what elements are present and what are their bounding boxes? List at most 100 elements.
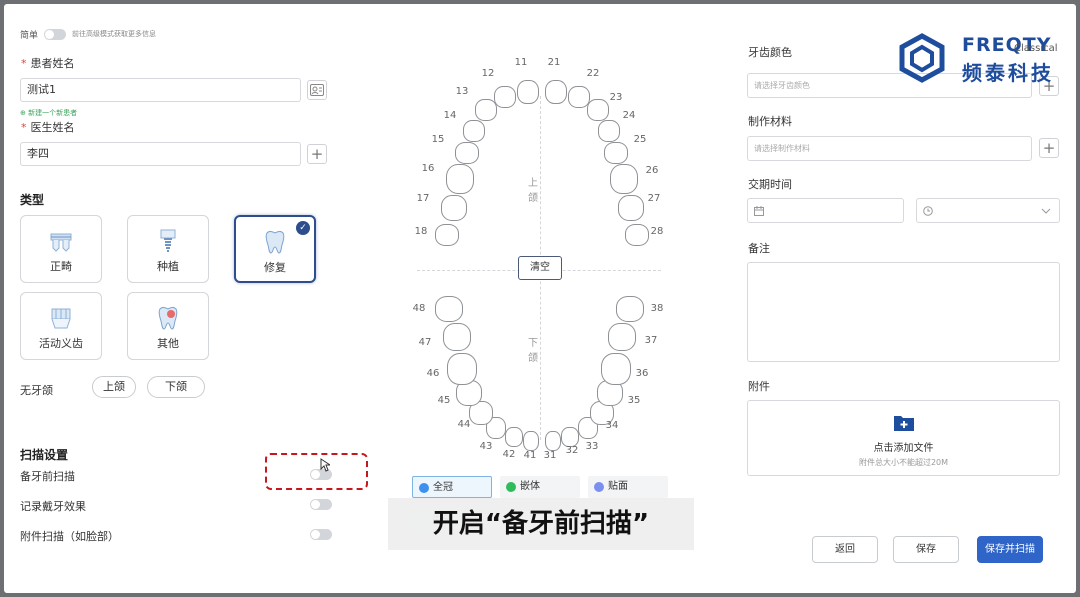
tutorial-caption: 开启“备牙前扫描” (388, 498, 694, 550)
upload-hint: 附件总大小不能超过20M (858, 458, 949, 467)
denture-icon (51, 308, 71, 329)
tooth-41[interactable] (523, 431, 539, 451)
add-doctor-button[interactable]: + (307, 144, 327, 164)
calendar-icon (754, 206, 764, 216)
mode-toggle[interactable] (44, 29, 66, 40)
tooth-24[interactable] (598, 120, 620, 142)
restoration-option-inlay[interactable]: 嵌体 (500, 476, 580, 498)
mode-hint: 前往高级模式获取更多信息 (72, 30, 156, 38)
tooth-number: 24 (622, 110, 636, 121)
chevron-down-icon (1041, 208, 1051, 214)
restoration-option-veneer[interactable]: 贴面 (588, 476, 668, 498)
edentulous-lower-button[interactable]: 下颌 (147, 376, 205, 398)
mode-label: 简单 (20, 31, 39, 41)
tooth-11[interactable] (517, 80, 539, 104)
edentulous-upper-button[interactable]: 上颌 (92, 376, 136, 398)
tooth-37[interactable] (608, 323, 636, 351)
tooth-25[interactable] (604, 142, 628, 164)
tooth-number: 14 (443, 110, 457, 121)
plus-icon: + (1042, 138, 1056, 157)
tooth-number: 46 (426, 368, 440, 379)
tooth-48[interactable] (435, 296, 463, 322)
tooth-number: 35 (627, 395, 641, 406)
patient-select-button[interactable] (307, 80, 327, 100)
tooth-number: 31 (543, 450, 557, 461)
tooth-46[interactable] (447, 353, 477, 385)
tooth-47[interactable] (443, 323, 471, 351)
material-select[interactable]: 请选择制作材料 (747, 136, 1032, 161)
doctor-name-input[interactable]: 李四 (20, 142, 301, 166)
restoration-option-crown[interactable]: 全冠 (412, 476, 492, 498)
patient-name-input[interactable]: 测试1 (20, 78, 301, 102)
add-material-button[interactable]: + (1039, 138, 1059, 158)
tooth-number: 17 (416, 193, 430, 204)
tooth-18[interactable] (435, 224, 459, 246)
tooth-number: 41 (523, 450, 537, 461)
type-card-label: 种植 (157, 260, 179, 273)
tooth-number: 36 (635, 368, 649, 379)
order-window: 简单 前往高级模式获取更多信息 * 患者姓名 测试1 ⊕ 新建一个新患者 * 医生姓… (4, 4, 1076, 593)
tooth-number: 27 (647, 193, 661, 204)
tooth-16[interactable] (446, 164, 474, 194)
tooth-color-label: 牙齿颜色 (748, 46, 792, 59)
record-fit-toggle[interactable] (310, 499, 332, 510)
attachment-scan-toggle[interactable] (310, 529, 332, 540)
tooth-number: 15 (431, 134, 445, 145)
clock-icon (923, 206, 933, 216)
tooth-number: 48 (412, 303, 426, 314)
tooth-number: 33 (585, 441, 599, 452)
lower-jaw-label: 下颌 (528, 338, 538, 364)
type-card-label: 其他 (157, 337, 179, 350)
type-title: 类型 (20, 193, 45, 207)
folder-upload-icon (893, 416, 914, 431)
tooth-32[interactable] (561, 427, 579, 447)
upload-text: 点击添加文件 (873, 443, 934, 454)
tooth-number: 45 (437, 395, 451, 406)
tooth-number: 43 (479, 441, 493, 452)
scan-setting-label: 附件扫描（如脸部） (20, 530, 119, 543)
checkmark-icon: ✓ (296, 221, 310, 235)
clear-button[interactable]: 清空 (518, 256, 562, 280)
back-button[interactable]: 返回 (812, 536, 878, 563)
type-card-removable-denture[interactable]: 活动义齿 (20, 292, 102, 360)
scan-setting-label: 记录戴牙效果 (20, 500, 86, 513)
tooth-38[interactable] (616, 296, 644, 322)
tooth-27[interactable] (618, 195, 644, 221)
tooth-number: 38 (650, 303, 664, 314)
attachment-dropzone[interactable]: 点击添加文件 附件总大小不能超过20M (747, 400, 1060, 476)
material-label: 制作材料 (748, 115, 792, 128)
tooth-number: 26 (645, 165, 659, 176)
tooth-13[interactable] (475, 99, 497, 121)
type-card-other[interactable]: 其他 (127, 292, 209, 360)
delivery-time-picker[interactable] (916, 198, 1060, 223)
tooth-42[interactable] (505, 427, 523, 447)
save-and-scan-button[interactable]: 保存并扫描 (977, 536, 1043, 563)
delivery-date-picker[interactable] (747, 198, 904, 223)
type-card-implant[interactable]: 种植 (127, 215, 209, 283)
tooth-28[interactable] (625, 224, 649, 246)
tooth-17[interactable] (441, 195, 467, 221)
tooth-26[interactable] (610, 164, 638, 194)
implant-icon (160, 229, 176, 252)
tooth-number: 28 (650, 226, 664, 237)
tooth-15[interactable] (455, 142, 479, 164)
tooth-36[interactable] (601, 353, 631, 385)
tooth-31[interactable] (545, 431, 561, 451)
attachment-label: 附件 (748, 380, 770, 393)
tooth-number: 11 (514, 57, 528, 68)
tooth-12[interactable] (494, 86, 516, 108)
tooth-21[interactable] (545, 80, 567, 104)
mouse-cursor-icon (320, 458, 330, 472)
type-card-orthodontics[interactable]: 正畸 (20, 215, 102, 283)
tooth-14[interactable] (463, 120, 485, 142)
new-patient-hint[interactable]: ⊕ 新建一个新患者 (20, 108, 77, 118)
tooth-number: 32 (565, 445, 579, 456)
color-dot (594, 482, 604, 492)
notes-textarea[interactable] (747, 262, 1060, 362)
color-dot (506, 482, 516, 492)
type-card-restoration[interactable]: ✓ 修复 (234, 215, 316, 283)
plus-icon: + (310, 144, 324, 163)
save-button[interactable]: 保存 (893, 536, 959, 563)
tooth-chart: 上颌 下颌 清空 11 12 13 14 15 16 17 18 21 22 23 24 25 26 27 2… (4, 4, 664, 461)
tooth-number: 37 (644, 335, 658, 346)
